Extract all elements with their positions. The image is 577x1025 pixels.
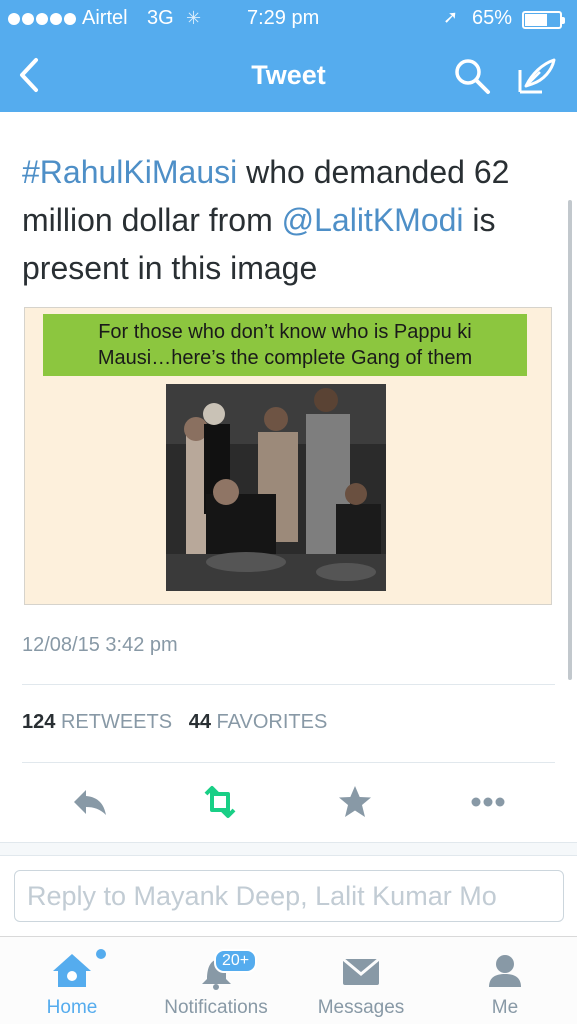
navigation-bar: Tweet (0, 38, 577, 112)
compose-tweet-icon[interactable] (516, 56, 560, 96)
favorite-count[interactable]: 44 (189, 711, 211, 733)
tweet-timestamp: 12/08/15 3:42 pm (22, 634, 178, 656)
tweet-stats: 124 RETWEETS 44 FAVORITES (22, 711, 327, 734)
divider (22, 762, 555, 763)
tweet-text: #RahulKiMausi who demanded 62 million do… (22, 148, 562, 292)
activity-spinner-icon: ✳ (186, 8, 202, 28)
tab-label: Messages (317, 997, 405, 1018)
new-content-indicator (96, 949, 106, 959)
reply-icon[interactable] (68, 780, 112, 824)
tab-label: Home (46, 997, 98, 1018)
retweet-count[interactable]: 124 (22, 711, 55, 733)
signal-strength-icon (8, 13, 76, 25)
home-icon (53, 954, 91, 987)
person-icon (489, 955, 521, 987)
mention-link[interactable]: @LalitKModi (282, 202, 464, 238)
tab-bar: Home Notifications 20+ Messages Me (0, 936, 577, 1024)
retweet-icon[interactable] (198, 780, 242, 824)
tab-me[interactable]: Me (470, 937, 540, 1025)
battery-icon (522, 11, 565, 29)
battery-percent: 65% (472, 7, 513, 29)
carrier-name: Airtel (82, 7, 128, 29)
notification-badge: 20+ (214, 949, 258, 973)
status-bar: Airtel 3G ✳ 7:29 pm ➚ 65% (0, 0, 577, 38)
envelope-icon (342, 957, 380, 985)
tab-messages[interactable]: Messages (305, 937, 417, 1025)
network-type: 3G (147, 7, 174, 29)
image-caption-line: Mausi…here’s the complete Gang of them (97, 347, 473, 369)
image-caption-banner: For those who don’t know who is Pappu ki… (43, 314, 527, 376)
header-bar: Airtel 3G ✳ 7:29 pm ➚ 65% Tweet (0, 0, 577, 112)
section-separator (0, 842, 577, 856)
status-time: 7:29 pm (247, 7, 320, 29)
tweet-image[interactable]: For those who don’t know who is Pappu ki… (24, 307, 552, 605)
retweet-label[interactable]: RETWEETS (61, 711, 172, 733)
reply-input[interactable]: Reply to Mayank Deep, Lalit Kumar Mo (14, 870, 564, 922)
tab-home[interactable]: Home (22, 937, 122, 1025)
more-dots-icon[interactable] (466, 780, 510, 824)
tab-label: Notifications (164, 997, 268, 1018)
star-icon[interactable] (333, 780, 377, 824)
scrollbar[interactable] (568, 200, 572, 680)
tweet-actions (0, 780, 577, 824)
favorite-label[interactable]: FAVORITES (217, 711, 328, 733)
search-icon[interactable] (452, 56, 492, 96)
location-arrow-icon: ➚ (443, 7, 459, 27)
tab-label: Me (491, 997, 519, 1018)
group-photo (166, 384, 386, 591)
divider (22, 684, 555, 685)
image-caption-line: For those who don’t know who is Pappu ki (98, 321, 472, 343)
tab-notifications[interactable]: Notifications (148, 937, 284, 1025)
hashtag-link[interactable]: #RahulKiMausi (22, 154, 237, 190)
